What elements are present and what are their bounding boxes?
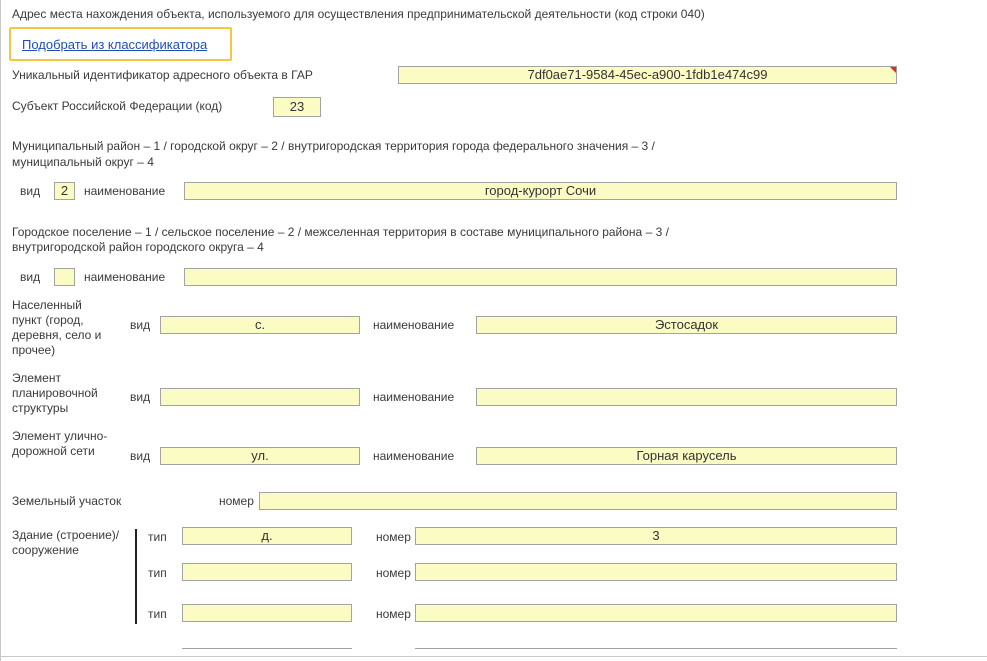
building-number-label-2: номер [376,566,411,580]
building-label: Здание (строение)/ сооружение [12,528,120,557]
municipal-title-line1: Муниципальный район – 1 / городской окру… [12,139,655,153]
settlement-title-line1: Городское поселение – 1 / сельское посел… [12,225,669,239]
municipal-vid-field[interactable]: 2 [54,182,75,200]
locality-label: Населенный пункт (город, деревня, село и… [12,298,102,357]
street-vid-label: вид [130,449,151,463]
land-label: Земельный участок [12,494,122,508]
planning-vid-label: вид [130,390,151,404]
municipal-name-field[interactable]: город-курорт Сочи [184,182,897,200]
gar-label: Уникальный идентификатор адресного объек… [12,68,313,82]
land-number-label: номер [219,494,254,508]
scroll-boundary [1,656,987,657]
street-vid-field[interactable]: ул. [160,447,360,465]
planning-name-field[interactable] [476,388,897,406]
classifier-button[interactable]: Подобрать из классификатора [9,27,232,61]
building-number-label-1: номер [376,530,411,544]
settlement-vid-field[interactable] [54,268,75,286]
municipal-name-label: наименование [84,184,166,198]
building-number-field-2[interactable] [415,563,897,581]
planning-vid-field[interactable] [160,388,360,406]
locality-name-label: наименование [373,318,455,332]
street-label: Элемент улично-дорожной сети [12,429,108,458]
settlement-name-field[interactable] [184,268,897,286]
section-title: Адрес места нахождения объекта, использу… [12,7,705,21]
settlement-name-label: наименование [84,270,166,284]
building-number-field-3[interactable] [415,604,897,622]
land-number-field[interactable] [259,492,897,510]
municipal-title-line2: муниципальный округ – 4 [12,155,154,169]
street-name-field[interactable]: Горная карусель [476,447,897,465]
planning-name-label: наименование [373,390,455,404]
municipal-vid-label: вид [20,184,41,198]
subject-label: Субъект Российской Федерации (код) [12,99,223,113]
settlement-title-line2: внутригородской район городского округа … [12,240,264,254]
next-row-number-edge [415,648,897,649]
building-type-field-3[interactable] [182,604,352,622]
building-type-field-1[interactable]: д. [182,527,352,545]
street-name-label: наименование [373,449,455,463]
classifier-link-label[interactable]: Подобрать из классификатора [22,37,207,52]
next-row-type-edge [182,648,352,649]
building-type-label-1: тип [148,530,167,544]
locality-vid-field[interactable]: с. [160,316,360,334]
required-marker-icon [890,67,896,73]
locality-name-field[interactable]: Эстосадок [476,316,897,334]
settlement-vid-label: вид [20,270,41,284]
planning-label: Элемент планировочной структуры [12,371,98,415]
subject-code-field[interactable]: 23 [273,97,321,117]
gar-id-value: 7df0ae71-9584-45ec-a900-1fdb1e474c99 [527,67,768,82]
address-form: Адрес места нахождения объекта, использу… [0,0,987,661]
building-type-label-2: тип [148,566,167,580]
building-number-label-3: номер [376,607,411,621]
locality-vid-label: вид [130,318,151,332]
building-group-bracket [135,529,137,624]
building-type-label-3: тип [148,607,167,621]
building-number-field-1[interactable]: 3 [415,527,897,545]
gar-id-field[interactable]: 7df0ae71-9584-45ec-a900-1fdb1e474c99 [398,66,897,84]
building-type-field-2[interactable] [182,563,352,581]
